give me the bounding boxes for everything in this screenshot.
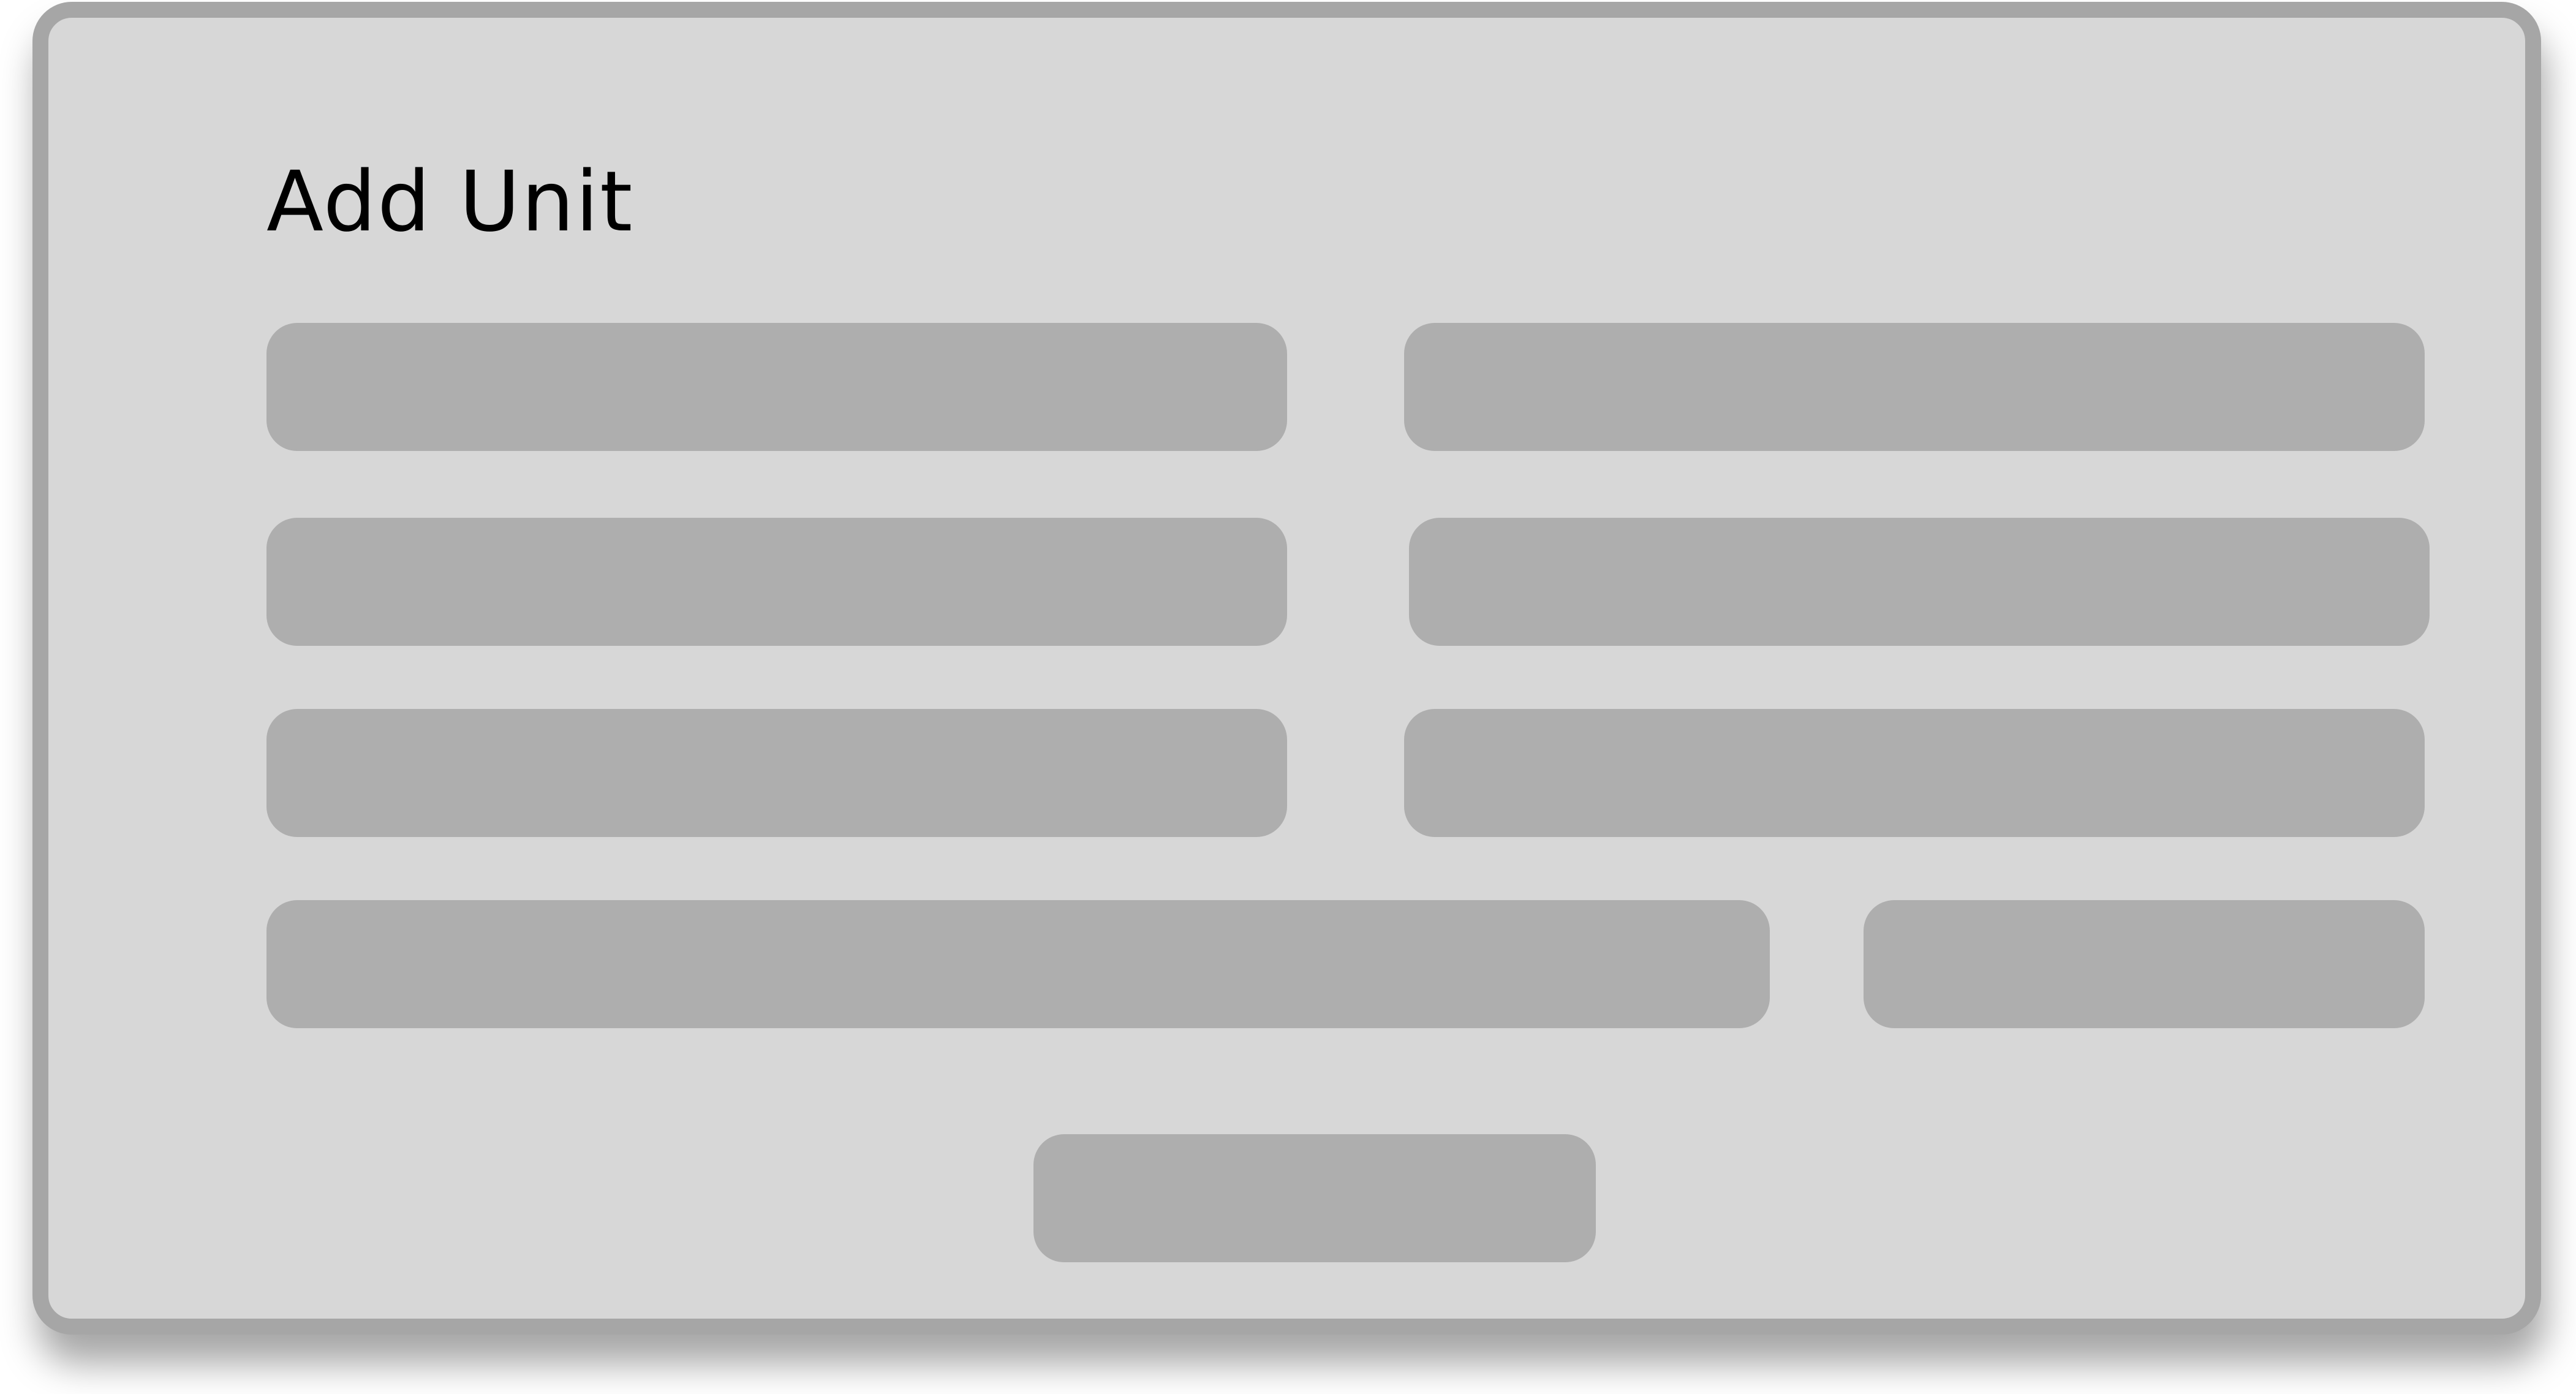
unit-field-3[interactable] <box>266 518 1287 646</box>
unit-field-4[interactable] <box>1409 518 2430 646</box>
unit-field-7-wide[interactable] <box>266 900 1770 1028</box>
unit-field-8-short[interactable] <box>1864 900 2425 1028</box>
unit-field-6[interactable] <box>1404 709 2425 837</box>
unit-field-2[interactable] <box>1404 323 2425 451</box>
unit-field-1[interactable] <box>266 323 1287 451</box>
unit-field-5[interactable] <box>266 709 1287 837</box>
add-unit-submit-button[interactable] <box>1033 1134 1596 1262</box>
dialog-title: Add Unit <box>266 154 634 251</box>
page: Add Unit <box>0 0 2576 1394</box>
